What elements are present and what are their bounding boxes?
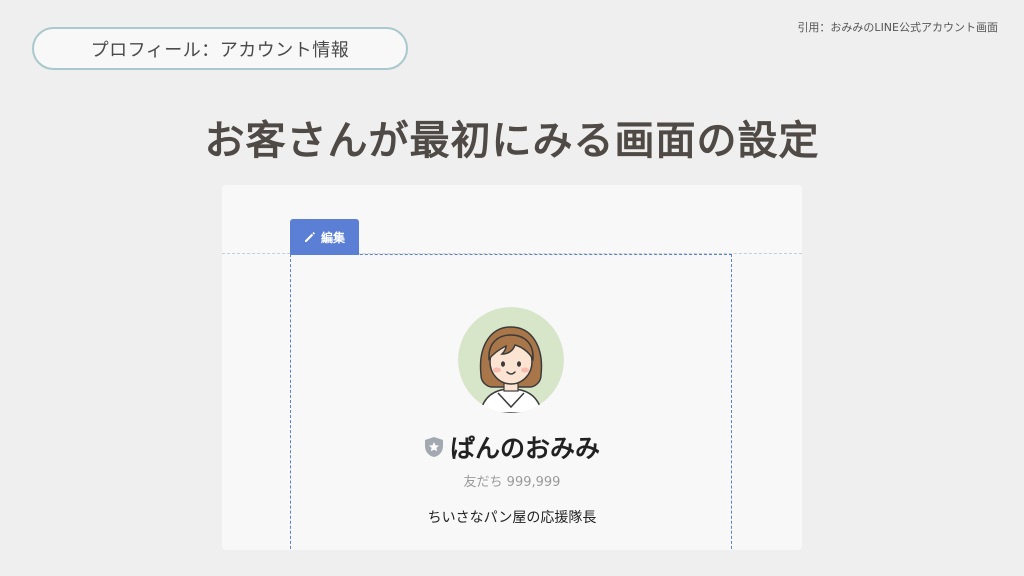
section-label: プロフィール：アカウント情報 [90,39,350,61]
account-name-row: ぱんのおみみ [222,429,802,465]
edit-button[interactable]: 編集 [290,219,359,255]
friends-count: 友だち 999,999 [463,475,561,490]
avatar [458,307,564,413]
account-name: ぱんのおみみ [449,434,600,463]
section-label-pill: プロフィール：アカウント情報 [32,27,408,70]
profile-card: 編集 ぱんのおみみ 友だち 999,999 ちいさなパン屋の応援隊長 [222,185,802,550]
page-title: お客さんが最初にみる画面の設定 [204,118,820,164]
edit-label: 編集 [320,230,345,245]
source-note: 引用：おみみのLINE公式アカウント画面 [797,21,998,34]
status-message: ちいさなパン屋の応援隊長 [427,510,597,526]
shield-star-icon [424,437,443,457]
pencil-icon [304,232,315,242]
avatar-illustration [458,307,564,413]
